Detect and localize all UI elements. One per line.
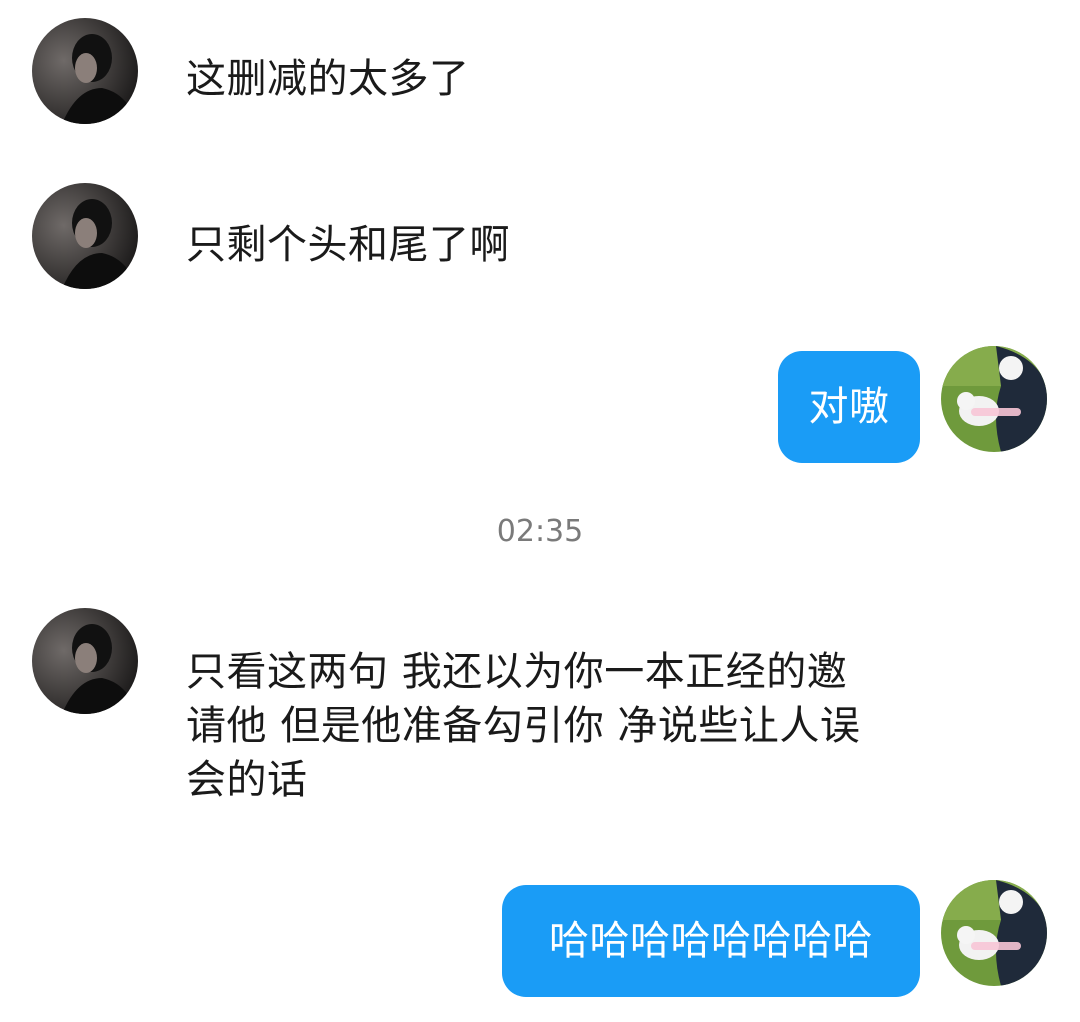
sent-message-bubble[interactable]: 对嗷	[778, 351, 920, 463]
contact-avatar[interactable]	[32, 183, 138, 289]
user-avatar[interactable]	[941, 346, 1047, 452]
received-message: 只剩个头和尾了啊	[186, 222, 510, 268]
contact-avatar[interactable]	[32, 18, 138, 124]
received-message: 只看这两句 我还以为你一本正经的邀请他 但是他准备勾引你 净说些让人误会的话	[186, 649, 861, 803]
user-avatar[interactable]	[941, 880, 1047, 986]
received-message: 这删减的太多了	[186, 56, 470, 102]
sent-message-bubble[interactable]: 哈哈哈哈哈哈哈哈	[502, 885, 920, 997]
timestamp: 02:35	[496, 514, 584, 549]
sent-message-text: 哈哈哈哈哈哈哈哈	[549, 918, 873, 964]
contact-avatar[interactable]	[32, 608, 138, 714]
sent-message-text: 对嗷	[808, 384, 890, 430]
